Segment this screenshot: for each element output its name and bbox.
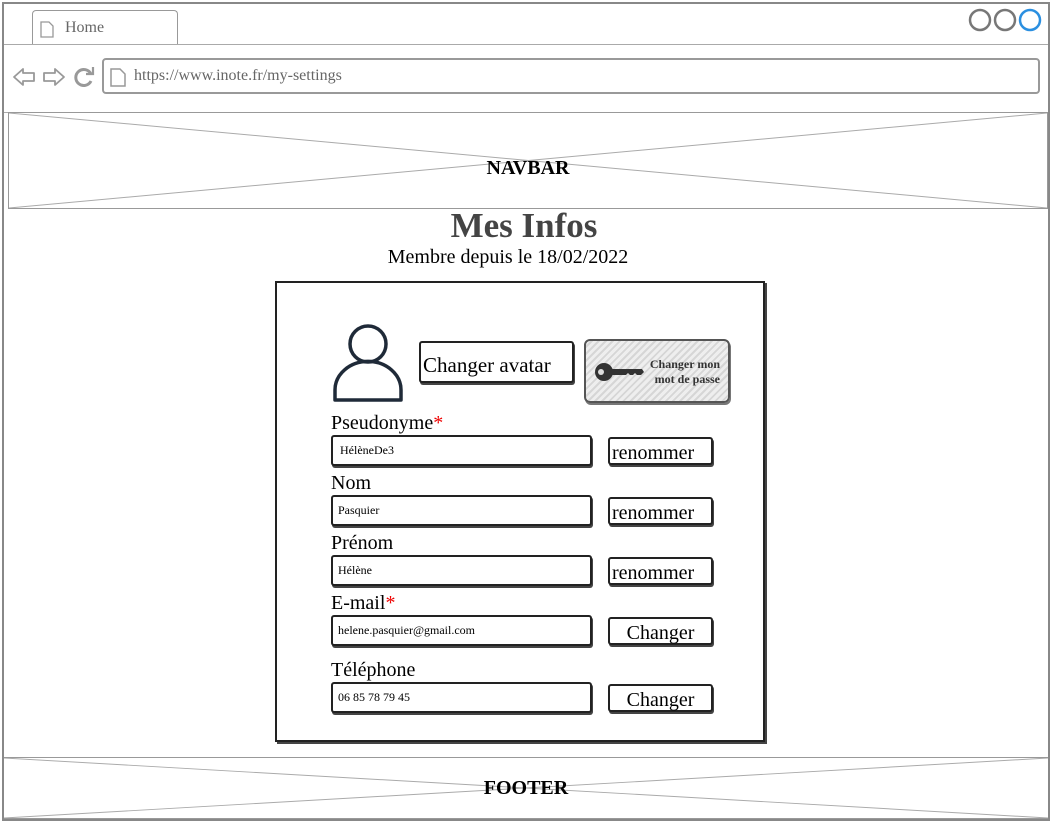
telephone-label: Téléphone	[331, 659, 416, 681]
minimize-window-icon[interactable]	[968, 8, 992, 32]
change-telephone-button[interactable]: Changer	[608, 684, 713, 712]
email-label: E-mail*	[331, 592, 396, 614]
required-marker: *	[433, 412, 444, 434]
footer-label: FOOTER	[483, 777, 569, 799]
user-avatar-icon[interactable]	[330, 322, 406, 404]
required-marker: *	[385, 592, 396, 614]
tab-home[interactable]: Home	[32, 10, 178, 44]
maximize-window-icon[interactable]	[993, 8, 1017, 32]
address-bar-row: https://www.inote.fr/my-settings	[4, 44, 1048, 113]
back-arrow-icon[interactable]	[12, 65, 36, 89]
change-avatar-button[interactable]: Changer avatar	[419, 341, 574, 383]
nom-input[interactable]	[331, 495, 592, 526]
page-icon	[110, 68, 126, 87]
tab-label: Home	[65, 19, 105, 36]
change-password-button[interactable]: Changer mon mot de passe	[584, 339, 730, 403]
page-title: Mes Infos	[450, 206, 598, 245]
navbar-placeholder: NAVBAR	[8, 112, 1048, 209]
telephone-input[interactable]	[331, 682, 592, 713]
url-input[interactable]: https://www.inote.fr/my-settings	[102, 58, 1040, 94]
close-window-icon[interactable]	[1018, 8, 1042, 32]
url-text: https://www.inote.fr/my-settings	[134, 67, 342, 84]
navbar-label: NAVBAR	[486, 157, 570, 179]
window-controls	[968, 8, 1042, 32]
prenom-label: Prénom	[331, 532, 394, 554]
tab-bar: Home	[4, 4, 1048, 45]
nom-label: Nom	[331, 472, 371, 494]
rename-nom-button[interactable]: renommer	[608, 497, 713, 525]
reload-icon[interactable]	[72, 65, 96, 89]
forward-arrow-icon[interactable]	[42, 65, 66, 89]
rename-pseudonyme-button[interactable]: renommer	[608, 437, 713, 465]
footer-placeholder: FOOTER	[4, 757, 1048, 819]
change-password-label: Changer mon mot de passe	[649, 357, 720, 386]
prenom-input[interactable]	[331, 555, 592, 586]
pseudonyme-input[interactable]	[331, 435, 592, 466]
pseudonyme-label: Pseudonyme*	[331, 412, 444, 434]
change-email-button[interactable]: Changer	[608, 617, 713, 645]
document-icon	[40, 21, 54, 38]
member-since: Membre depuis le 18/02/2022	[387, 246, 629, 268]
rename-prenom-button[interactable]: renommer	[608, 557, 713, 585]
email-input[interactable]	[331, 615, 592, 646]
